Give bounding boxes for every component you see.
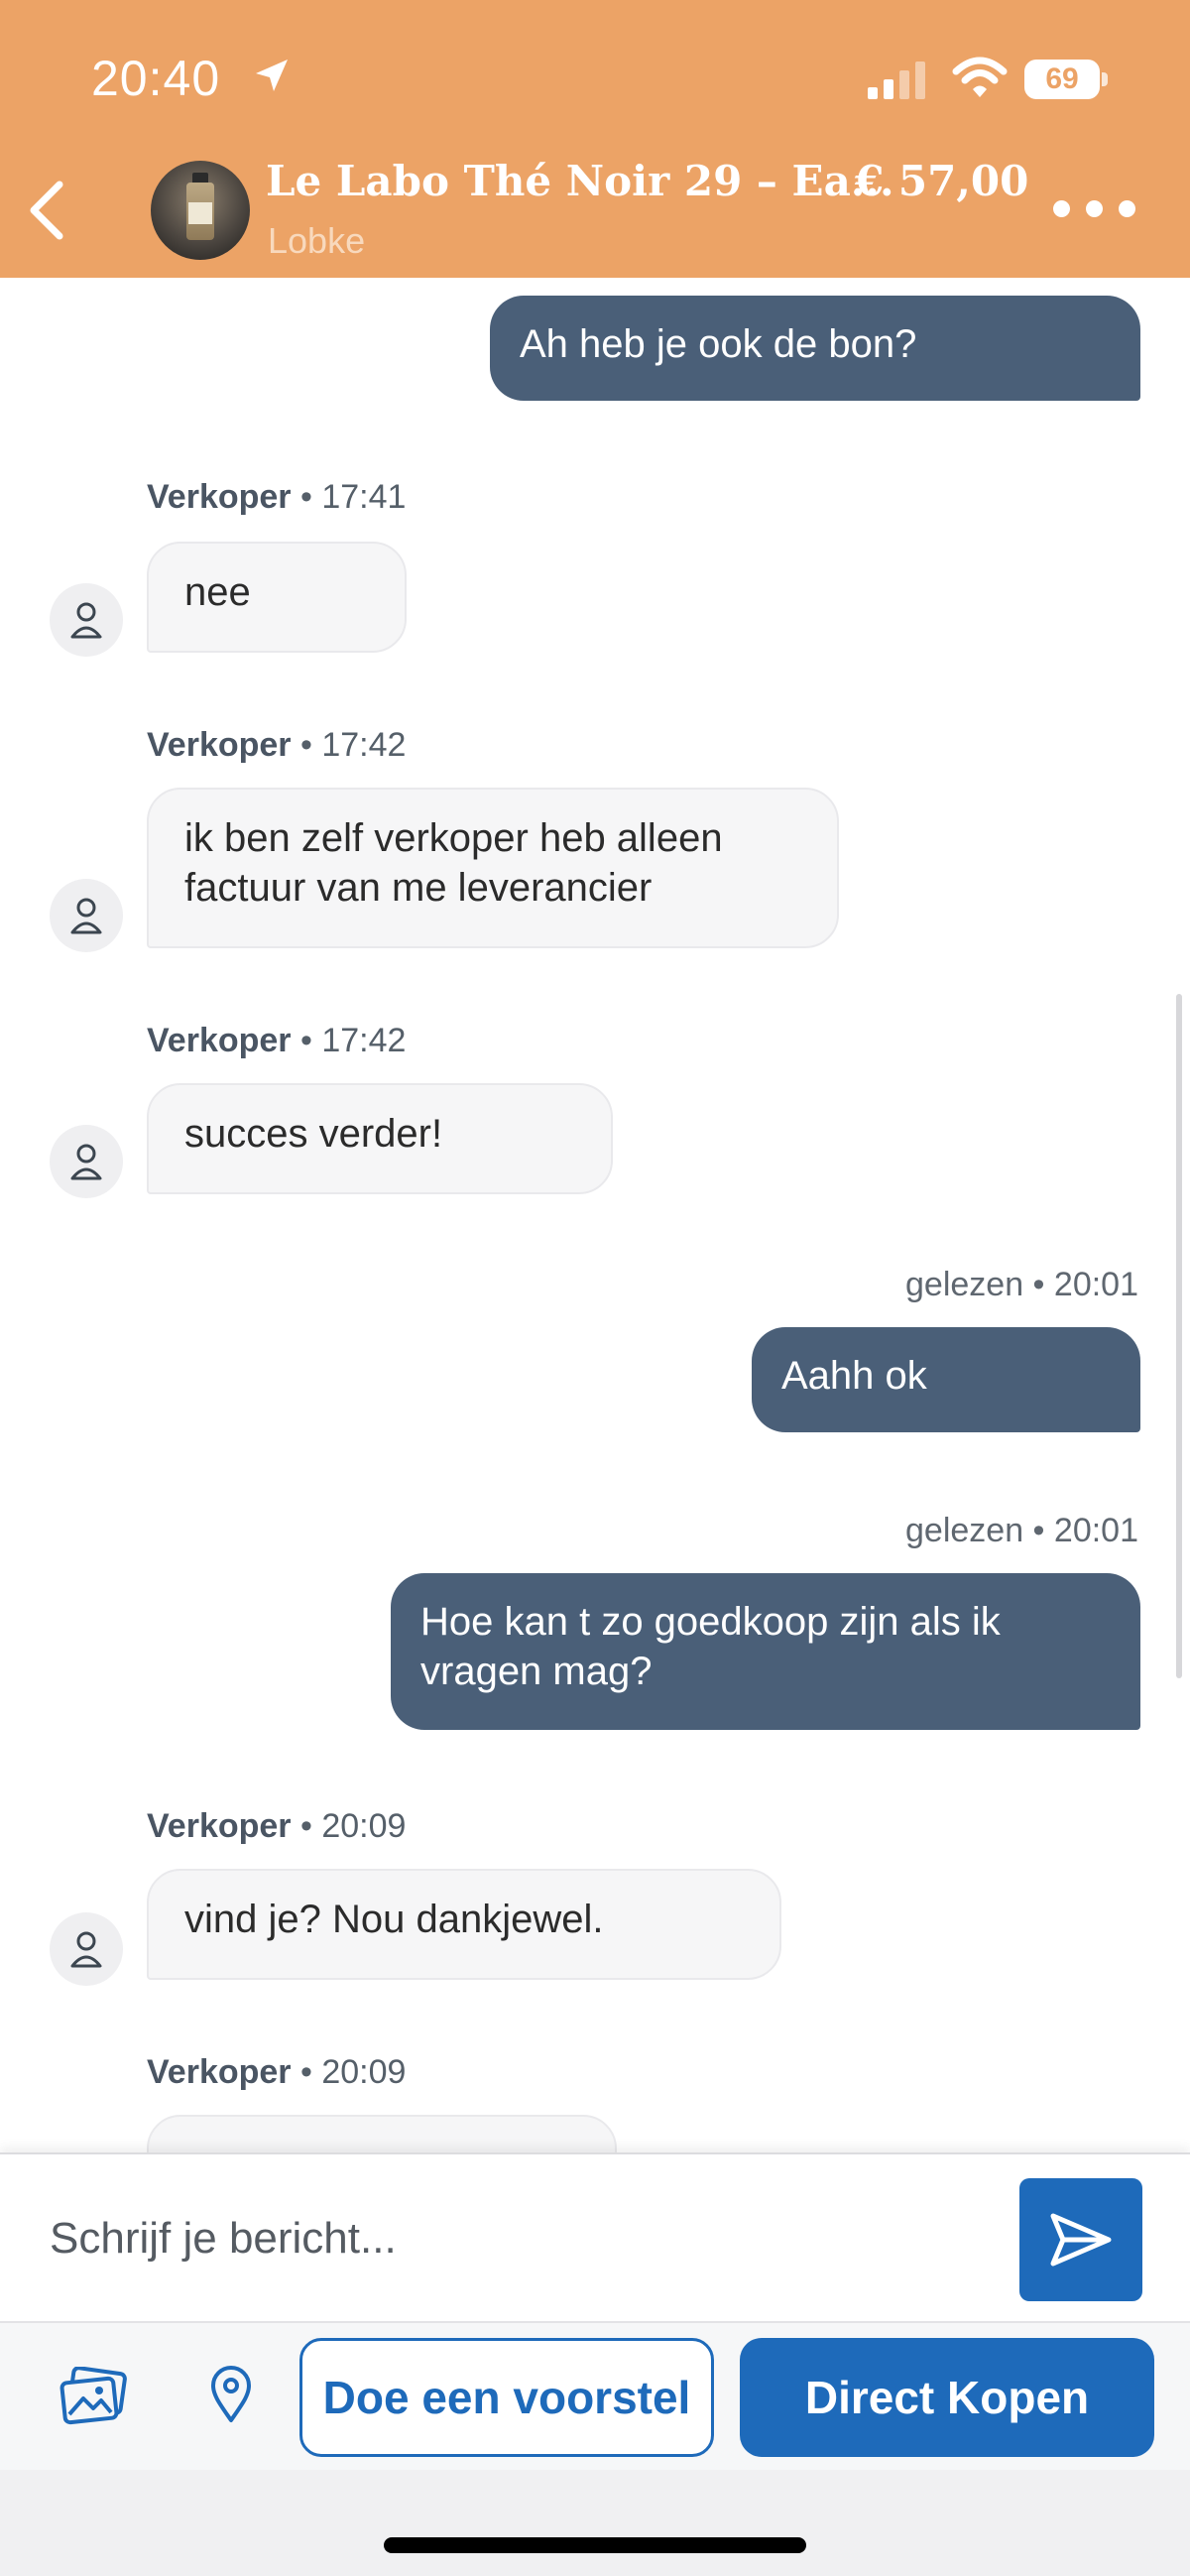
- user-icon: [70, 898, 102, 934]
- message-time: 20:09: [321, 1807, 407, 1845]
- signal-icon: [868, 61, 925, 99]
- send-icon: [1050, 2213, 1112, 2267]
- message-text: ik ben zelf verkoper heb alleen: [184, 816, 723, 860]
- user-icon: [70, 1931, 102, 1968]
- message-time: 17:41: [321, 478, 407, 516]
- sender-label: Verkoper: [147, 726, 292, 764]
- battery-icon: 69: [1024, 60, 1108, 99]
- incoming-message: vind je? Nou dankjewel.: [147, 1869, 781, 1980]
- message-text: Hoe kan t zo goedkoop zijn als ik: [420, 1600, 1001, 1644]
- avatar: [50, 1912, 123, 1986]
- message-time: 20:01: [1053, 1512, 1138, 1549]
- incoming-message: succes verder!: [147, 1083, 613, 1194]
- map-pin-icon[interactable]: [208, 2365, 254, 2424]
- more-dots-icon[interactable]: [1053, 194, 1136, 224]
- message-meta: Verkoper • 20:09: [147, 1807, 407, 1845]
- send-button[interactable]: [1019, 2178, 1142, 2301]
- message-meta: Verkoper • 17:42: [147, 1022, 407, 1059]
- home-indicator[interactable]: [384, 2537, 806, 2553]
- product-thumbnail[interactable]: [151, 161, 250, 260]
- chat-header: 20:40 69 Le Labo Thé Noir 29 – Ea... € 5…: [0, 0, 1190, 278]
- message-time: 20:01: [1053, 1266, 1138, 1303]
- outgoing-message: Hoe kan t zo goedkoop zijn als ik vragen…: [391, 1573, 1140, 1730]
- message-text: Ah heb je ook de bon?: [520, 322, 917, 366]
- listing-price: € 57,00: [855, 157, 1029, 205]
- message-time: 20:09: [321, 2053, 407, 2091]
- action-bar: Doe een voorstel Direct Kopen: [0, 2321, 1190, 2470]
- message-time: 17:42: [321, 1022, 407, 1059]
- message-meta: gelezen • 20:01: [905, 1266, 1138, 1303]
- avatar: [50, 583, 123, 657]
- read-status: gelezen: [905, 1512, 1024, 1549]
- message-text: succes verder!: [184, 1112, 443, 1156]
- outgoing-message: Aahh ok: [752, 1327, 1140, 1432]
- user-icon: [70, 1144, 102, 1180]
- read-status: gelezen: [905, 1266, 1024, 1303]
- listing-title[interactable]: Le Labo Thé Noir 29 – Ea...: [266, 157, 894, 205]
- avatar: [50, 1125, 123, 1198]
- message-time: 17:42: [321, 726, 407, 764]
- message-meta: Verkoper • 17:42: [147, 726, 407, 764]
- message-list[interactable]: Ah heb je ook de bon? Verkoper • 17:41 n…: [0, 278, 1190, 2152]
- incoming-message: nee: [147, 542, 407, 653]
- message-text: Aahh ok: [781, 1354, 927, 1398]
- sender-label: Verkoper: [147, 1807, 292, 1845]
- user-icon: [70, 602, 102, 639]
- status-time: 20:40: [91, 51, 221, 106]
- message-meta: Verkoper • 17:41: [147, 478, 407, 516]
- scrollbar[interactable]: [1176, 994, 1182, 1678]
- location-arrow-icon: [256, 60, 288, 91]
- message-text: factuur van me leverancier: [184, 866, 653, 910]
- back-button[interactable]: [22, 179, 71, 242]
- battery-level: 69: [1024, 60, 1100, 99]
- message-meta: Verkoper • 20:09: [147, 2053, 407, 2091]
- message-text: vragen mag?: [420, 1650, 653, 1693]
- composer-bar: [0, 2152, 1190, 2321]
- message-text: vind je? Nou dankjewel.: [184, 1898, 604, 1941]
- seller-name: Lobke: [268, 220, 366, 261]
- avatar: [50, 879, 123, 952]
- home-area: [0, 2470, 1190, 2576]
- make-offer-button[interactable]: Doe een voorstel: [299, 2338, 714, 2457]
- buy-now-button[interactable]: Direct Kopen: [740, 2338, 1154, 2457]
- message-text: nee: [184, 570, 251, 614]
- message-input[interactable]: [50, 2204, 992, 2273]
- wifi-icon: [952, 57, 1008, 97]
- sender-label: Verkoper: [147, 1022, 292, 1059]
- incoming-message: ik ben zelf verkoper heb alleen factuur …: [147, 788, 839, 948]
- gallery-icon[interactable]: [60, 2367, 129, 2426]
- sender-label: Verkoper: [147, 2053, 292, 2091]
- sender-label: Verkoper: [147, 478, 292, 516]
- message-meta: gelezen • 20:01: [905, 1512, 1138, 1549]
- incoming-message: [147, 2115, 617, 2152]
- outgoing-message: Ah heb je ook de bon?: [490, 296, 1140, 401]
